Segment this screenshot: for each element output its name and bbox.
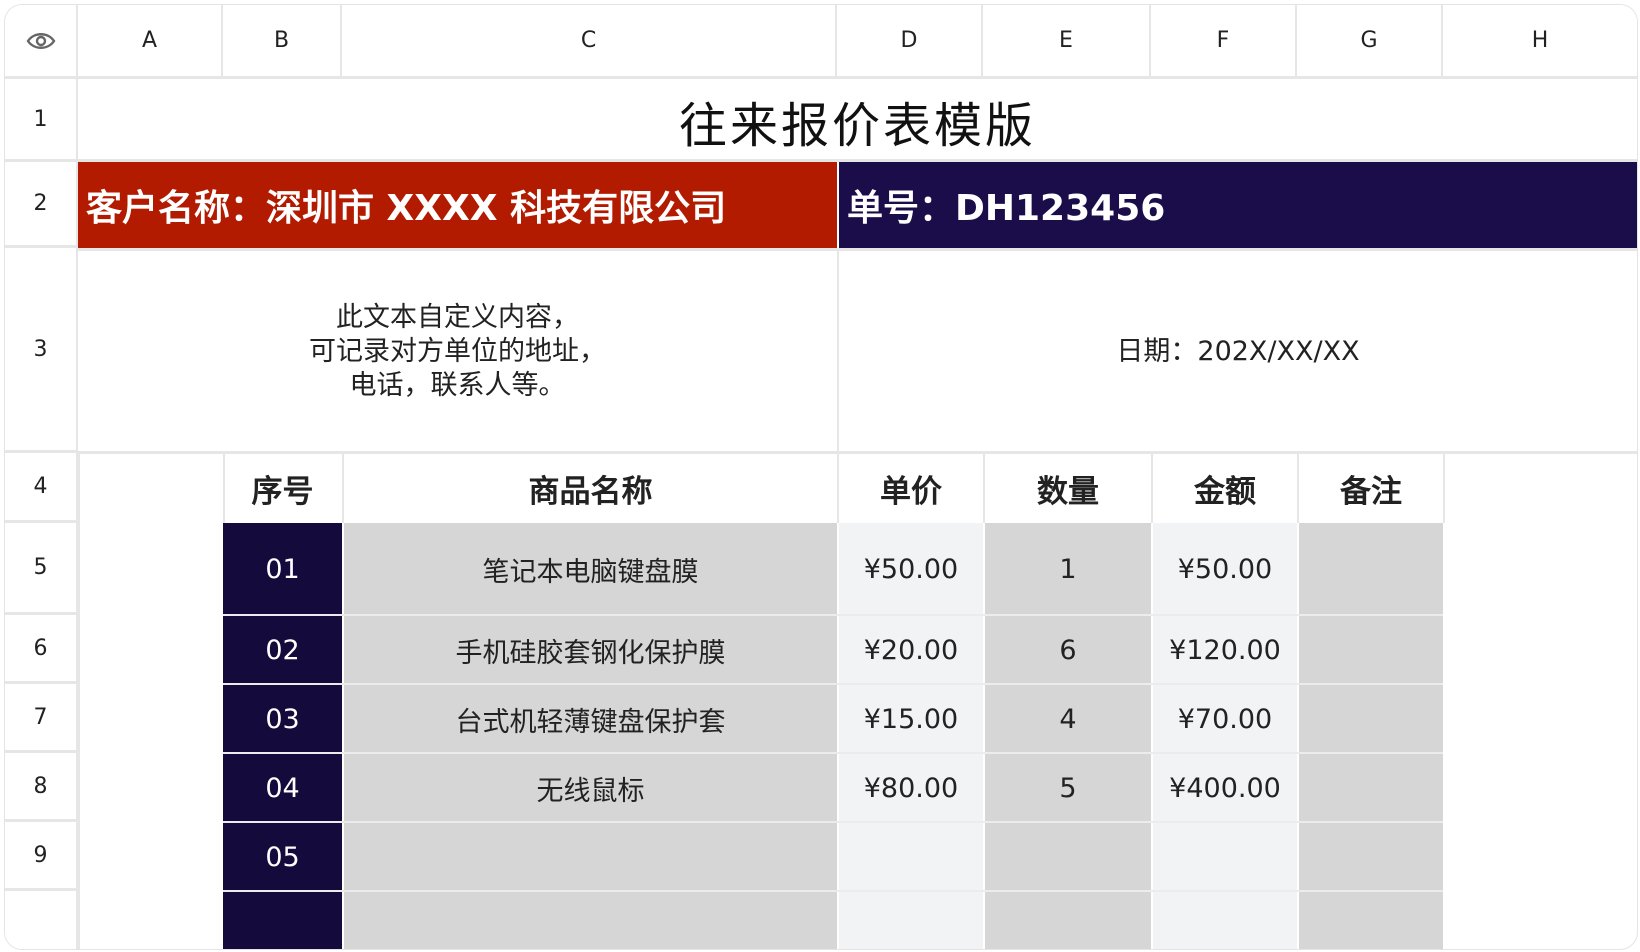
row-header-8[interactable]: 8 — [5, 753, 78, 822]
order-number-cell[interactable]: 单号：DH123456 — [839, 162, 1637, 248]
table-row-4-name[interactable]: 无线鼠标 — [344, 754, 837, 822]
column-header-g[interactable]: G — [1297, 5, 1443, 79]
row-header-9[interactable]: 9 — [5, 822, 78, 891]
select-all-corner[interactable] — [5, 5, 78, 79]
table-row-4-amount[interactable]: ¥400.00 — [1153, 754, 1297, 822]
table-row-4-note[interactable] — [1299, 754, 1443, 822]
table-row-2-price[interactable]: ¥20.00 — [839, 616, 983, 684]
table-row-4-qty[interactable]: 5 — [985, 754, 1151, 822]
table-row-3-qty[interactable]: 4 — [985, 685, 1151, 753]
table-row-3-price[interactable]: ¥15.00 — [839, 685, 983, 753]
table-row-2-note[interactable] — [1299, 616, 1443, 684]
header-remarks[interactable]: 备注 — [1299, 454, 1443, 523]
info-line-2: 可记录对方单位的地址， — [309, 336, 606, 367]
table-row-5-seq[interactable]: 05 — [223, 823, 342, 891]
spreadsheet: A B C D E F G H 1 2 3 4 5 6 7 8 9 往来报价表模… — [4, 4, 1638, 950]
header-amount[interactable]: 金额 — [1153, 454, 1297, 523]
table-row-4-seq[interactable]: 04 — [223, 754, 342, 822]
table-row-6-price[interactable] — [839, 892, 983, 949]
table-row-5-price[interactable] — [839, 823, 983, 891]
info-line-3: 电话，联系人等。 — [349, 370, 566, 401]
row-header-3[interactable]: 3 — [5, 248, 78, 453]
row-header-1[interactable]: 1 — [5, 79, 78, 162]
table-row-1-amount[interactable]: ¥50.00 — [1153, 523, 1297, 615]
header-seq[interactable]: 序号 — [223, 454, 342, 523]
table-row-5-note[interactable] — [1299, 823, 1443, 891]
table-row-3-note[interactable] — [1299, 685, 1443, 753]
header-quantity[interactable]: 数量 — [985, 454, 1151, 523]
sheet-title[interactable]: 往来报价表模版 — [78, 79, 1637, 162]
table-row-4-price[interactable]: ¥80.00 — [839, 754, 983, 822]
row-header-7[interactable]: 7 — [5, 684, 78, 753]
table-row-5-amount[interactable] — [1153, 823, 1297, 891]
table-row-5-name[interactable] — [344, 823, 837, 891]
header-unit-price[interactable]: 单价 — [839, 454, 983, 523]
column-header-d[interactable]: D — [837, 5, 983, 79]
table-row-5-qty[interactable] — [985, 823, 1151, 891]
table-row-1-note[interactable] — [1299, 523, 1443, 615]
date-cell[interactable]: 日期：202X/XX/XX — [839, 251, 1637, 453]
column-header-b[interactable]: B — [223, 5, 342, 79]
table-row-2-name[interactable]: 手机硅胶套钢化保护膜 — [344, 616, 837, 684]
table-row-6-qty[interactable] — [985, 892, 1151, 949]
table-row-3-name[interactable]: 台式机轻薄键盘保护套 — [344, 685, 837, 753]
row-header-6[interactable]: 6 — [5, 615, 78, 684]
column-header-f[interactable]: F — [1151, 5, 1297, 79]
table-row-2-amount[interactable]: ¥120.00 — [1153, 616, 1297, 684]
address-info-cell[interactable]: 此文本自定义内容， 可记录对方单位的地址， 电话，联系人等。 — [78, 251, 837, 453]
header-product-name[interactable]: 商品名称 — [344, 454, 837, 523]
column-header-a[interactable]: A — [78, 5, 223, 79]
table-row-1-name[interactable]: 笔记本电脑键盘膜 — [344, 523, 837, 615]
column-header-e[interactable]: E — [983, 5, 1151, 79]
info-line-1: 此文本自定义内容， — [336, 302, 579, 333]
table-row-6-amount[interactable] — [1153, 892, 1297, 949]
eye-icon[interactable] — [26, 31, 56, 51]
row-header-4[interactable]: 4 — [5, 453, 78, 523]
table-row-6-note[interactable] — [1299, 892, 1443, 949]
row-header-2[interactable]: 2 — [5, 162, 78, 248]
table-row-1-price[interactable]: ¥50.00 — [839, 523, 983, 615]
column-header-c[interactable]: C — [342, 5, 837, 79]
customer-name-cell[interactable]: 客户名称：深圳市 XXXX 科技有限公司 — [78, 162, 837, 248]
table-row-2-qty[interactable]: 6 — [985, 616, 1151, 684]
table-row-1-seq[interactable]: 01 — [223, 523, 342, 615]
row-header-10[interactable] — [5, 891, 78, 949]
row-header-5[interactable]: 5 — [5, 523, 78, 615]
column-header-h[interactable]: H — [1443, 5, 1637, 79]
table-row-6-seq[interactable] — [223, 892, 342, 949]
table-row-2-seq[interactable]: 02 — [223, 616, 342, 684]
table-row-6-name[interactable] — [344, 892, 837, 949]
table-row-3-amount[interactable]: ¥70.00 — [1153, 685, 1297, 753]
table-row-3-seq[interactable]: 03 — [223, 685, 342, 753]
table-row-1-qty[interactable]: 1 — [985, 523, 1151, 615]
